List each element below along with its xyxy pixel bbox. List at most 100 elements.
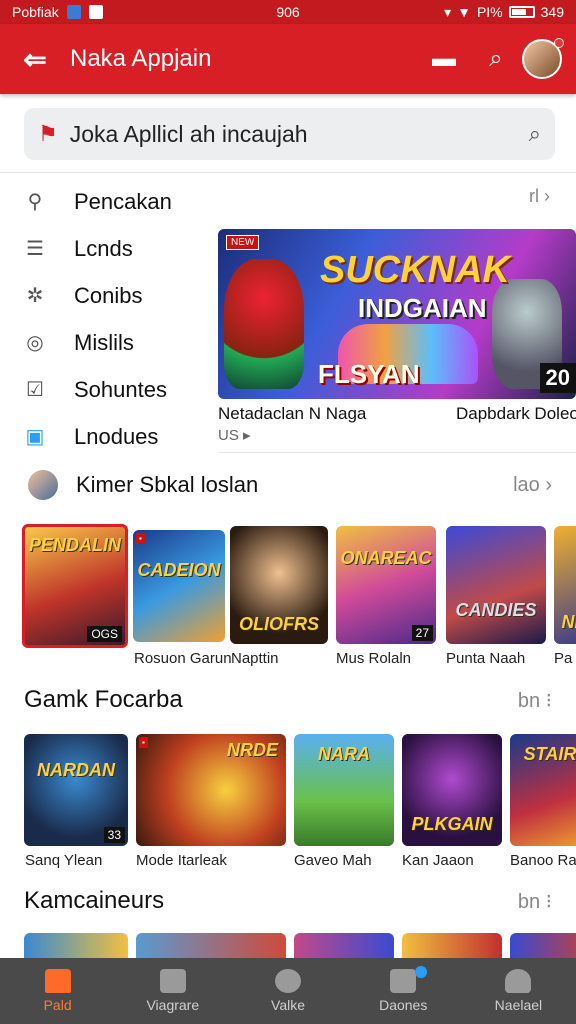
more-label: lao bbox=[513, 473, 540, 496]
banner-sub-text: US bbox=[218, 427, 239, 444]
game-tile[interactable] bbox=[136, 933, 286, 958]
tile-count: OGS bbox=[87, 626, 122, 642]
section-label: Kimer Sbkal loslan bbox=[76, 472, 259, 497]
banner-caption-right: Dapbdark Doleo bbox=[456, 404, 576, 423]
game-tile[interactable]: PLKGAIN bbox=[402, 734, 502, 846]
game-tile[interactable] bbox=[294, 933, 394, 958]
banner-caption-left: Netadaclan N Naga bbox=[218, 404, 367, 423]
section-more[interactable]: bn ⁝ bbox=[518, 688, 552, 713]
list-icon: ☰ bbox=[26, 237, 44, 260]
battery-icon bbox=[508, 6, 535, 18]
store-icon bbox=[159, 969, 186, 993]
back-icon[interactable]: ⇐ bbox=[0, 43, 70, 76]
section-kamcaineurs: Kamcaineurs bn ⁝ bbox=[0, 879, 576, 923]
menu-more[interactable]: rl › bbox=[529, 186, 550, 207]
compass-icon bbox=[275, 969, 301, 993]
section-kimer: Kimer Sbkal loslan lao › bbox=[0, 463, 576, 507]
tile-caption: Punta Naah bbox=[446, 650, 526, 667]
section-avatar-icon bbox=[28, 470, 58, 500]
menu-label: Conibs bbox=[74, 282, 143, 308]
nav-label: Naelael bbox=[494, 997, 543, 1013]
search-bar[interactable]: ⚑ Joka Apllicl ah incaujah ⌕ bbox=[24, 108, 555, 160]
menu-item-mislils[interactable]: ◎ Mislils bbox=[22, 319, 212, 366]
game-row-2: NARDAN 33 ▪ NRDE NARA PLKGAIN STAIR Sanq Y… bbox=[0, 734, 576, 874]
divider bbox=[218, 452, 576, 453]
game-tile[interactable]: STAIR bbox=[510, 734, 576, 846]
game-tile[interactable]: NARDAN 33 bbox=[24, 734, 128, 846]
section-more[interactable]: lao › bbox=[513, 474, 552, 497]
nav-tab-downloads[interactable]: Daones bbox=[346, 958, 461, 1024]
tile-caption: Mode Itarleak bbox=[136, 852, 227, 869]
game-row-3 bbox=[0, 933, 576, 958]
game-tile[interactable]: ▪ CADEION bbox=[133, 530, 225, 642]
avatar[interactable] bbox=[522, 38, 564, 79]
game-tile[interactable]: ▪ NRDE bbox=[136, 734, 286, 846]
tile-count: 27 bbox=[411, 625, 433, 641]
nav-label: Valke bbox=[271, 997, 305, 1013]
menu-item-pencakan[interactable]: ⚲ Pencakan bbox=[22, 178, 212, 225]
profile-icon bbox=[505, 969, 532, 993]
tile-caption: Napttin bbox=[231, 650, 279, 667]
battery-percent: PI% bbox=[476, 4, 503, 20]
section-more[interactable]: bn ⁝ bbox=[518, 889, 552, 914]
game-tile[interactable]: NE bbox=[554, 526, 576, 644]
download-icon bbox=[390, 969, 417, 993]
tile-title: CANDIES bbox=[455, 600, 537, 620]
game-tile[interactable]: PENDALIN OGS bbox=[22, 524, 128, 648]
featured-banner[interactable]: NEW SUCKNAK INDGAIAN FLSYAN 20 bbox=[218, 229, 576, 399]
menu-item-lnodues[interactable]: ▣ Lnodues bbox=[22, 413, 212, 460]
banner-badge: NEW bbox=[226, 235, 260, 250]
nav-tab-home[interactable]: Pald bbox=[0, 958, 115, 1024]
camera-icon: ◎ bbox=[26, 331, 44, 354]
menu-item-lcnds[interactable]: ☰ Lcnds bbox=[22, 225, 212, 272]
app-title: Naka Appjain bbox=[70, 45, 212, 72]
tile-caption: Kan Jaaon bbox=[402, 852, 474, 869]
notification-badge bbox=[414, 966, 427, 978]
nav-label: Pald bbox=[43, 997, 72, 1013]
menu-label: Lcnds bbox=[74, 235, 133, 261]
signal-icon: ▼ bbox=[457, 4, 471, 20]
more-label: bn bbox=[517, 890, 541, 913]
message-icon[interactable]: ▬ bbox=[418, 45, 470, 73]
banner-title: SUCKNAK bbox=[320, 249, 510, 291]
more-label: bn bbox=[517, 689, 541, 712]
section-gamk: Gamk Focarba bn ⁝ bbox=[0, 678, 576, 722]
carrier-label: Pobfiak bbox=[12, 4, 59, 20]
game-row-1: PENDALIN OGS ▪ CADEION OLIOFRS ONAREAC 27 C… bbox=[0, 524, 576, 674]
search-input[interactable]: Joka Apllicl ah incaujah bbox=[70, 121, 529, 148]
game-tile[interactable] bbox=[510, 933, 576, 958]
tile-title: NARDAN bbox=[37, 760, 115, 780]
game-tile[interactable]: OLIOFRS bbox=[230, 526, 328, 644]
nav-tab-compass[interactable]: Valke bbox=[230, 958, 345, 1024]
tile-title: ONAREAC bbox=[340, 548, 432, 568]
tile-title: NRDE bbox=[226, 740, 278, 760]
search-icon[interactable]: ⌕ bbox=[470, 45, 522, 73]
game-tile[interactable] bbox=[402, 933, 502, 958]
tile-caption: Pa bbox=[554, 650, 573, 667]
person-icon: ⚲ bbox=[27, 190, 43, 213]
game-tile[interactable]: NARA bbox=[294, 734, 394, 846]
flag-icon: ⚑ bbox=[38, 121, 58, 146]
search-icon[interactable]: ⌕ bbox=[529, 121, 541, 147]
notification-dot bbox=[554, 38, 564, 48]
section-title: Gamk Focarba bbox=[24, 686, 183, 713]
tile-title: CADEION bbox=[137, 560, 221, 580]
tile-title: PLKGAIN bbox=[411, 814, 493, 834]
game-tile[interactable] bbox=[24, 933, 128, 958]
nav-tab-store[interactable]: Viagrare bbox=[115, 958, 230, 1024]
tile-title: OLIOFRS bbox=[239, 614, 319, 634]
menu-item-sohuntes[interactable]: ☑ Sohuntes bbox=[22, 366, 212, 413]
tile-badge: ▪ bbox=[136, 533, 145, 544]
game-tile[interactable]: CANDIES bbox=[446, 526, 546, 644]
puzzle-icon: ✲ bbox=[26, 284, 44, 307]
nav-tab-profile[interactable]: Naelael bbox=[461, 958, 576, 1024]
game-tile[interactable]: ONAREAC 27 bbox=[336, 526, 436, 644]
banner-sub: US ▸ bbox=[218, 427, 251, 444]
nav-label: Daones bbox=[379, 997, 428, 1013]
apps-icon: ▣ bbox=[25, 425, 45, 448]
app-icon bbox=[88, 5, 103, 19]
menu-label: Pencakan bbox=[74, 188, 172, 214]
bottom-nav: Pald Viagrare Valke Daones Naelael bbox=[0, 958, 576, 1024]
menu-item-conibs[interactable]: ✲ Conibs bbox=[22, 272, 212, 319]
tile-caption: Banoo Rac bbox=[510, 852, 576, 869]
